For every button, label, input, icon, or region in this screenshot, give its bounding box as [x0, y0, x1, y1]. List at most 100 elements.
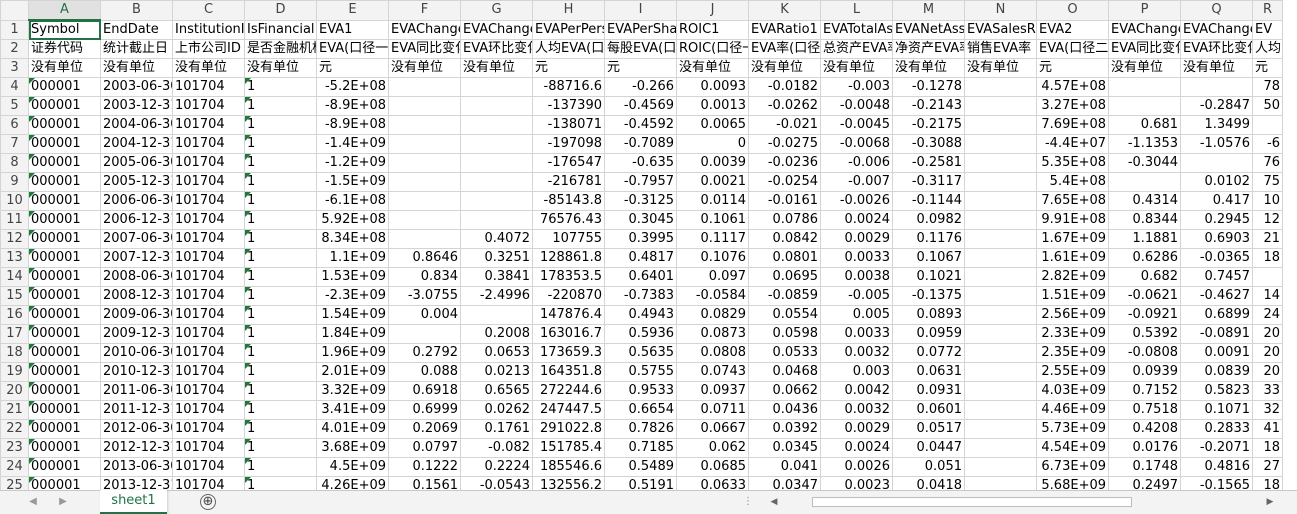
cell-j21[interactable]: 0.0711 [676, 400, 749, 420]
cell-m2[interactable]: 净资产EVA率 [892, 39, 965, 59]
cell-r2[interactable]: 人均 [1252, 39, 1283, 59]
cell-g17[interactable]: 0.2008 [460, 324, 533, 344]
cell-a13[interactable]: 000001 [28, 248, 101, 268]
scrollbar-track[interactable] [782, 497, 1260, 507]
cell-a22[interactable]: 000001 [28, 419, 101, 439]
cell-d13[interactable]: 1 [244, 248, 317, 268]
cell-l11[interactable]: 0.0024 [820, 210, 893, 230]
cell-f16[interactable]: 0.004 [388, 305, 461, 325]
column-header-f[interactable]: F [388, 0, 461, 21]
cell-e19[interactable]: 2.01E+09 [316, 362, 389, 382]
cell-q5[interactable]: -0.2847 [1180, 96, 1253, 116]
cell-g8[interactable] [460, 153, 533, 173]
cell-r10[interactable]: 10 [1252, 191, 1283, 211]
cell-j24[interactable]: 0.0685 [676, 457, 749, 477]
cell-i25[interactable]: 0.5191 [604, 476, 677, 490]
cell-j10[interactable]: 0.0114 [676, 191, 749, 211]
cell-o15[interactable]: 1.51E+09 [1036, 286, 1109, 306]
cell-o2[interactable]: EVA(口径二) [1036, 39, 1109, 59]
cell-n7[interactable] [964, 134, 1037, 154]
cell-k11[interactable]: 0.0786 [748, 210, 821, 230]
cell-f25[interactable]: 0.1561 [388, 476, 461, 490]
cell-i13[interactable]: 0.4817 [604, 248, 677, 268]
cell-l7[interactable]: -0.0068 [820, 134, 893, 154]
cell-o4[interactable]: 4.57E+08 [1036, 77, 1109, 97]
row-header[interactable]: 5 [0, 96, 29, 116]
cell-a2[interactable]: 证券代码 [28, 39, 101, 59]
cell-p11[interactable]: 0.8344 [1108, 210, 1181, 230]
cell-c19[interactable]: 101704 [172, 362, 245, 382]
cell-c17[interactable]: 101704 [172, 324, 245, 344]
cell-j8[interactable]: 0.0039 [676, 153, 749, 173]
cell-g2[interactable]: EVA环比变化 [460, 39, 533, 59]
cell-c20[interactable]: 101704 [172, 381, 245, 401]
cell-n25[interactable] [964, 476, 1037, 490]
cell-e23[interactable]: 3.68E+09 [316, 438, 389, 458]
cell-a1[interactable]: Symbol [28, 19, 101, 40]
cell-l25[interactable]: 0.0023 [820, 476, 893, 490]
row-header[interactable]: 17 [0, 324, 29, 344]
cell-q19[interactable]: 0.0839 [1180, 362, 1253, 382]
column-header-o[interactable]: O [1036, 0, 1109, 21]
cell-d10[interactable]: 1 [244, 191, 317, 211]
cell-h16[interactable]: 147876.4 [532, 305, 605, 325]
cell-b22[interactable]: 2012-06-30 [100, 419, 173, 439]
cell-r16[interactable]: 24 [1252, 305, 1283, 325]
cell-i12[interactable]: 0.3995 [604, 229, 677, 249]
cell-i4[interactable]: -0.266 [604, 77, 677, 97]
row-header[interactable]: 15 [0, 286, 29, 306]
cell-g23[interactable]: -0.082 [460, 438, 533, 458]
cell-b18[interactable]: 2010-06-30 [100, 343, 173, 363]
cell-c1[interactable]: InstitutionID [172, 19, 245, 40]
cell-l23[interactable]: 0.0024 [820, 438, 893, 458]
cell-p24[interactable]: 0.1748 [1108, 457, 1181, 477]
row-header[interactable]: 16 [0, 305, 29, 325]
cell-o5[interactable]: 3.27E+08 [1036, 96, 1109, 116]
scroll-right-icon[interactable]: ▶ [1264, 495, 1276, 509]
cell-k13[interactable]: 0.0801 [748, 248, 821, 268]
column-header-m[interactable]: M [892, 0, 965, 21]
cell-k5[interactable]: -0.0262 [748, 96, 821, 116]
cell-i2[interactable]: 每股EVA(口径一) [604, 39, 677, 59]
cell-i11[interactable]: 0.3045 [604, 210, 677, 230]
row-header[interactable]: 11 [0, 210, 29, 230]
cell-i3[interactable]: 元 [604, 58, 677, 78]
cell-q6[interactable]: 1.3499 [1180, 115, 1253, 135]
cell-q24[interactable]: 0.4816 [1180, 457, 1253, 477]
column-header-l[interactable]: L [820, 0, 893, 21]
cell-h10[interactable]: -85143.8 [532, 191, 605, 211]
cell-k4[interactable]: -0.0182 [748, 77, 821, 97]
cell-k14[interactable]: 0.0695 [748, 267, 821, 287]
cell-e15[interactable]: -2.3E+09 [316, 286, 389, 306]
cell-d22[interactable]: 1 [244, 419, 317, 439]
cell-f8[interactable] [388, 153, 461, 173]
cell-g21[interactable]: 0.0262 [460, 400, 533, 420]
cell-r5[interactable]: 50 [1252, 96, 1283, 116]
cell-i16[interactable]: 0.4943 [604, 305, 677, 325]
cell-h2[interactable]: 人均EVA(口径一) [532, 39, 605, 59]
cell-g3[interactable]: 没有单位 [460, 58, 533, 78]
cell-r7[interactable]: -6 [1252, 134, 1283, 154]
cell-i10[interactable]: -0.3125 [604, 191, 677, 211]
cell-o6[interactable]: 7.69E+08 [1036, 115, 1109, 135]
cell-c11[interactable]: 101704 [172, 210, 245, 230]
cell-b14[interactable]: 2008-06-30 [100, 267, 173, 287]
cell-o22[interactable]: 5.73E+09 [1036, 419, 1109, 439]
row-header[interactable]: 18 [0, 343, 29, 363]
cell-b11[interactable]: 2006-12-31 [100, 210, 173, 230]
cell-e7[interactable]: -1.4E+09 [316, 134, 389, 154]
cell-m23[interactable]: 0.0447 [892, 438, 965, 458]
cell-i9[interactable]: -0.7957 [604, 172, 677, 192]
cell-c9[interactable]: 101704 [172, 172, 245, 192]
cell-k15[interactable]: -0.0859 [748, 286, 821, 306]
cell-e9[interactable]: -1.5E+09 [316, 172, 389, 192]
cell-q21[interactable]: 0.1071 [1180, 400, 1253, 420]
cell-n17[interactable] [964, 324, 1037, 344]
row-header[interactable]: 13 [0, 248, 29, 268]
cell-g24[interactable]: 0.2224 [460, 457, 533, 477]
cell-f5[interactable] [388, 96, 461, 116]
cell-m15[interactable]: -0.1375 [892, 286, 965, 306]
cell-g10[interactable] [460, 191, 533, 211]
cell-i15[interactable]: -0.7383 [604, 286, 677, 306]
cell-m22[interactable]: 0.0517 [892, 419, 965, 439]
